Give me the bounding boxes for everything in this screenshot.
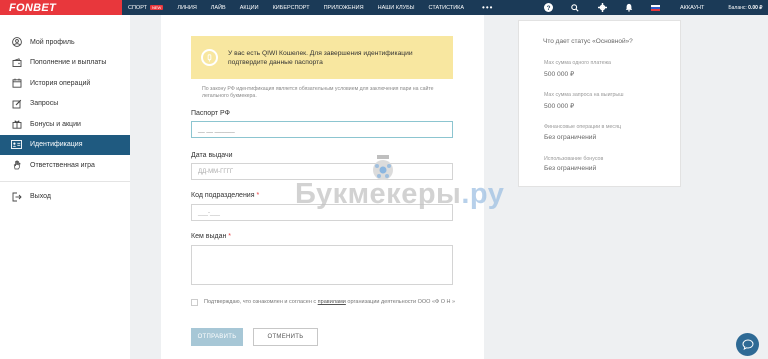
status-row-label: Max сумма одного платежа: [544, 60, 611, 66]
status-row-label: Финансовые операции в месяц: [544, 124, 621, 130]
watermark-domain: .ру: [461, 178, 505, 210]
main-nav: СПОРТ NEW ЛИНИЯ ЛАЙВ АКЦИИ КИБЕРСПОРТ ПР…: [128, 0, 493, 15]
top-bar: FONBET СПОРТ NEW ЛИНИЯ ЛАЙВ АКЦИИ КИБЕРС…: [0, 0, 768, 15]
settings-icon[interactable]: [597, 3, 607, 13]
division-code-label: Код подразделения *: [191, 192, 259, 199]
passport-label: Паспорт РФ: [191, 110, 230, 117]
consent-text: Подтверждаю, что ознакомлен и согласен с…: [204, 298, 484, 306]
nav-clubs[interactable]: НАШИ КЛУБЫ: [378, 5, 415, 11]
balance-value: 0.00 ₽: [748, 4, 763, 11]
submit-button[interactable]: ОТПРАВИТЬ: [191, 328, 243, 346]
nav-esports[interactable]: КИБЕРСПОРТ: [273, 5, 310, 11]
nav-sport[interactable]: СПОРТ NEW: [128, 4, 164, 11]
sidebar-divider: [0, 180, 130, 182]
sidebar-item-bonuses[interactable]: Бонусы и акции: [0, 114, 130, 135]
sidebar-item-requests[interactable]: Запросы: [0, 94, 130, 115]
issuer-label-text: Кем выдан: [191, 233, 227, 240]
sidebar-item-responsible-gaming[interactable]: Ответственная игра: [0, 155, 130, 176]
consent-row: Подтверждаю, что ознакомлен и согласен с…: [191, 298, 484, 306]
sidebar-item-identification[interactable]: Идентификация: [0, 134, 130, 155]
support-chat-button[interactable]: [736, 333, 759, 356]
issuer-textarea[interactable]: [191, 245, 453, 285]
balance-label: Баланс:: [728, 4, 747, 11]
issuer-label: Кем выдан *: [191, 233, 231, 240]
edit-icon: [11, 98, 22, 109]
passport-input[interactable]: __ __ ______: [191, 121, 453, 138]
sidebar-item-label: Мой профиль: [30, 38, 75, 46]
status-row-value: 500 000 ₽: [544, 103, 575, 110]
balance-display[interactable]: Баланс: 0.00 ₽: [728, 5, 762, 11]
consent-text-start: Подтверждаю, что ознакомлен и согласен с: [204, 299, 317, 305]
nav-stats[interactable]: СТАТИСТИКА: [429, 5, 465, 11]
nav-apps[interactable]: ПРИЛОЖЕНИЯ: [324, 5, 364, 11]
watermark-name: Букмекеры: [295, 178, 462, 210]
nav-sport-label: СПОРТ: [128, 4, 147, 11]
sidebar-item-label: Ответственная игра: [30, 161, 95, 169]
more-menu-icon[interactable]: •••: [482, 3, 493, 12]
svg-text:?: ?: [546, 5, 550, 12]
status-info-panel: Что дает статус «Основной»? Max сумма од…: [518, 20, 681, 187]
wallet-icon: [11, 57, 22, 68]
sidebar-item-label: Бонусы и акции: [30, 120, 81, 128]
account-sidebar: Мой профиль Пополнение и выплаты История…: [0, 15, 130, 359]
law-note: По закону РФ идентификация является обяз…: [202, 86, 434, 99]
issue-date-label: Дата выдачи: [191, 152, 233, 159]
bell-icon[interactable]: [624, 3, 634, 13]
id-card-icon: [11, 139, 22, 150]
watermark: Букмекеры.ру: [295, 178, 504, 211]
consent-checkbox[interactable]: [191, 299, 198, 306]
help-icon[interactable]: ?: [543, 3, 553, 13]
user-icon: [11, 37, 22, 48]
status-row-value: Без ограничений: [544, 165, 597, 172]
required-mark: *: [256, 192, 260, 199]
hand-icon: [11, 160, 22, 171]
account-link[interactable]: АККАУНТ: [680, 5, 704, 11]
sidebar-item-label: Запросы: [30, 100, 59, 108]
qiwi-notice: У вас есть QIWI Кошелек. Для завершения …: [191, 36, 453, 79]
logout-icon: [11, 191, 22, 202]
fonbet-logo[interactable]: FONBET: [0, 0, 122, 15]
rules-link[interactable]: правилами: [318, 299, 346, 305]
top-icons: ? АККАУНТ Баланс: 0.00 ₽: [543, 0, 762, 15]
status-row-value: 500 000 ₽: [544, 71, 575, 78]
cancel-button[interactable]: ОТМЕНИТЬ: [253, 328, 318, 346]
nav-line[interactable]: ЛИНИЯ: [177, 5, 196, 11]
nav-live[interactable]: ЛАЙВ: [211, 5, 226, 11]
sidebar-item-history[interactable]: История операций: [0, 73, 130, 94]
sidebar-item-payments[interactable]: Пополнение и выплаты: [0, 53, 130, 74]
calendar-icon: [11, 78, 22, 89]
status-row-label: Max сумма запроса на выигрыш: [544, 92, 624, 98]
sidebar-item-label: Идентификация: [30, 141, 83, 149]
consent-text-end: организации деятельности ООО «Ф О Н »: [347, 299, 456, 305]
status-panel-title: Что дает статус «Основной»?: [543, 38, 633, 45]
chat-icon: [741, 339, 754, 350]
notice-text: У вас есть QIWI Кошелек. Для завершения …: [228, 49, 413, 66]
division-code-label-text: Код подразделения: [191, 192, 255, 199]
search-icon[interactable]: [570, 3, 580, 13]
required-mark: *: [228, 233, 232, 240]
new-badge: NEW: [149, 5, 164, 10]
status-row-label: Использование бонусов: [544, 156, 604, 162]
info-icon: [201, 49, 218, 66]
sidebar-item-profile[interactable]: Мой профиль: [0, 32, 130, 53]
sidebar-item-logout[interactable]: Выход: [0, 187, 130, 208]
gift-icon: [11, 119, 22, 130]
sidebar-item-label: Выход: [30, 193, 51, 201]
flag-ru-icon[interactable]: [651, 4, 660, 11]
sidebar-item-label: История операций: [30, 79, 91, 87]
status-row-value: Без ограничений: [544, 134, 597, 141]
nav-promos[interactable]: АКЦИИ: [240, 5, 259, 11]
sidebar-item-label: Пополнение и выплаты: [30, 59, 107, 67]
